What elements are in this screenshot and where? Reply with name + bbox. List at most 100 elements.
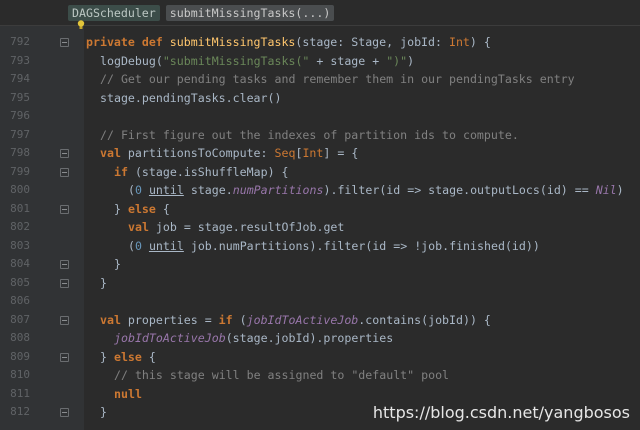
code-token: {: [155, 201, 170, 216]
code-token: else: [127, 201, 156, 216]
code-token: stage.: [183, 183, 233, 197]
fold-marker-icon[interactable]: [60, 260, 69, 269]
fold-marker-icon[interactable]: [60, 204, 69, 214]
code-line[interactable]: 795 stage.pendingTasks.clear(): [0, 89, 640, 108]
line-number: 805: [10, 275, 30, 289]
code-token: if: [218, 312, 240, 327]
line-number: 811: [10, 386, 30, 400]
code-token: (stage: Stage, jobId:: [295, 35, 449, 49]
code-text: (0 until job.numPartitions).filter(id =>…: [128, 237, 540, 256]
watermark: https://blog.csdn.net/yangbosos: [372, 403, 630, 422]
code-token: ")": [386, 53, 408, 68]
line-number: 808: [10, 331, 30, 344]
code-token: (: [239, 312, 247, 327]
line-number: 793: [10, 53, 30, 67]
code-line[interactable]: 799 if (stage.isShuffleMap) {: [0, 163, 640, 182]
breadcrumb-class[interactable]: DAGScheduler: [68, 4, 160, 21]
line-number: 810: [10, 368, 30, 381]
code-token: }: [114, 257, 121, 271]
fold-marker-icon[interactable]: [60, 149, 69, 158]
code-token: // Get our pending tasks and remember th…: [100, 72, 575, 86]
code-line[interactable]: 798 val partitionsToCompute: Seq[Int] = {: [0, 144, 640, 163]
code-line[interactable]: 806: [0, 292, 640, 311]
fold-marker-icon[interactable]: [60, 167, 69, 177]
code-line[interactable]: 807 val properties = if (jobIdToActiveJob…: [0, 311, 640, 330]
breadcrumb-method[interactable]: submitMissingTasks(...): [165, 4, 335, 21]
code-line[interactable]: 802 val job = stage.resultOfJob.get: [0, 218, 640, 237]
code-token: jobIdToActiveJob: [114, 331, 226, 345]
code-line[interactable]: 810 // this stage will be assigned to "de…: [0, 366, 640, 385]
code-token: }: [100, 349, 114, 364]
code-line[interactable]: 792 private def submitMissingTasks(stage:…: [0, 33, 640, 52]
line-number: 792: [10, 35, 30, 48]
line-number: 797: [10, 127, 30, 141]
code-line[interactable]: 805}: [0, 274, 640, 293]
code-line[interactable]: 811 null: [0, 385, 640, 404]
line-number: 806: [10, 294, 30, 307]
code-text: }: [100, 274, 107, 293]
code-token: 0: [134, 238, 142, 253]
code-line[interactable]: 804}: [0, 255, 640, 274]
code-token: until: [148, 238, 184, 253]
code-line[interactable]: 794 // Get our pending tasks and remember…: [0, 70, 640, 89]
code-token: Int: [302, 146, 324, 160]
code-token: .contains(jobId)) {: [358, 312, 491, 327]
code-token: numPartitions: [232, 183, 324, 197]
code-line[interactable]: 796: [0, 107, 640, 126]
code-text: } else {: [100, 348, 156, 367]
code-token: stage.pendingTasks.clear(): [100, 90, 282, 105]
code-line[interactable]: 803 (0 until job.numPartitions).filter(id…: [0, 237, 640, 256]
fold-marker-icon[interactable]: [60, 315, 69, 325]
fold-marker-icon[interactable]: [60, 408, 69, 417]
code-token: (: [128, 183, 135, 197]
line-number: 796: [10, 109, 30, 122]
line-number: 800: [10, 183, 30, 196]
code-line[interactable]: 801} else {: [0, 200, 640, 219]
code-token: ] = {: [323, 146, 359, 160]
fold-marker-icon[interactable]: [60, 38, 69, 47]
code-token: val: [100, 312, 128, 327]
line-number: 801: [10, 201, 30, 215]
code-text: (0 until stage.numPartitions).filter(id …: [128, 181, 624, 200]
code-token: Seq: [274, 146, 296, 160]
code-text: // Get our pending tasks and remember th…: [100, 70, 575, 89]
code-token: }: [100, 275, 107, 290]
code-token: partitionsToCompute:: [127, 146, 275, 160]
code-text: // First figure out the indexes of parti…: [100, 126, 519, 145]
code-token: job.numPartitions).filter(id => !job.fin…: [183, 238, 540, 253]
code-token: (: [128, 238, 135, 253]
code-line[interactable]: 809} else {: [0, 348, 640, 367]
code-token: {: [141, 349, 156, 364]
code-editor[interactable]: 792 private def submitMissingTasks(stage:…: [0, 33, 640, 422]
line-number: 798: [10, 146, 30, 159]
code-line[interactable]: 800 (0 until stage.numPartitions).filter(…: [0, 181, 640, 200]
code-token: ): [407, 53, 415, 68]
code-token: + stage +: [309, 53, 387, 68]
code-line[interactable]: 797 // First figure out the indexes of pa…: [0, 126, 640, 145]
line-number: 794: [10, 72, 30, 85]
fold-marker-icon[interactable]: [60, 278, 69, 288]
code-text: logDebug("submitMissingTasks(" + stage +…: [100, 52, 414, 71]
line-number: 795: [10, 90, 30, 104]
code-token: val: [100, 146, 128, 160]
fold-marker-icon[interactable]: [60, 352, 69, 362]
code-token: // this stage will be assigned to "defau…: [114, 368, 450, 382]
code-line[interactable]: 793 logDebug("submitMissingTasks(" + stag…: [0, 52, 640, 71]
code-token: def: [141, 35, 170, 49]
code-text: if (stage.isShuffleMap) {: [114, 163, 289, 182]
code-text: private def submitMissingTasks(stage: St…: [86, 33, 491, 52]
line-number: 799: [10, 164, 30, 178]
lightbulb-icon[interactable]: [77, 20, 85, 30]
code-token: }: [114, 201, 128, 216]
code-token: if: [114, 164, 135, 179]
code-line[interactable]: 808 jobIdToActiveJob(stage.jobId).propert…: [0, 329, 640, 348]
code-token: (stage.isShuffleMap) {: [134, 164, 289, 179]
code-token: ).filter(id => stage.outputLocs(id) ==: [323, 183, 596, 197]
code-token: (stage.jobId).properties: [225, 331, 394, 345]
code-token: 0: [134, 183, 142, 197]
code-text: }: [114, 255, 121, 274]
code-token: val: [128, 220, 156, 234]
code-token: "submitMissingTasks(": [162, 53, 310, 68]
code-token: private: [86, 35, 142, 49]
